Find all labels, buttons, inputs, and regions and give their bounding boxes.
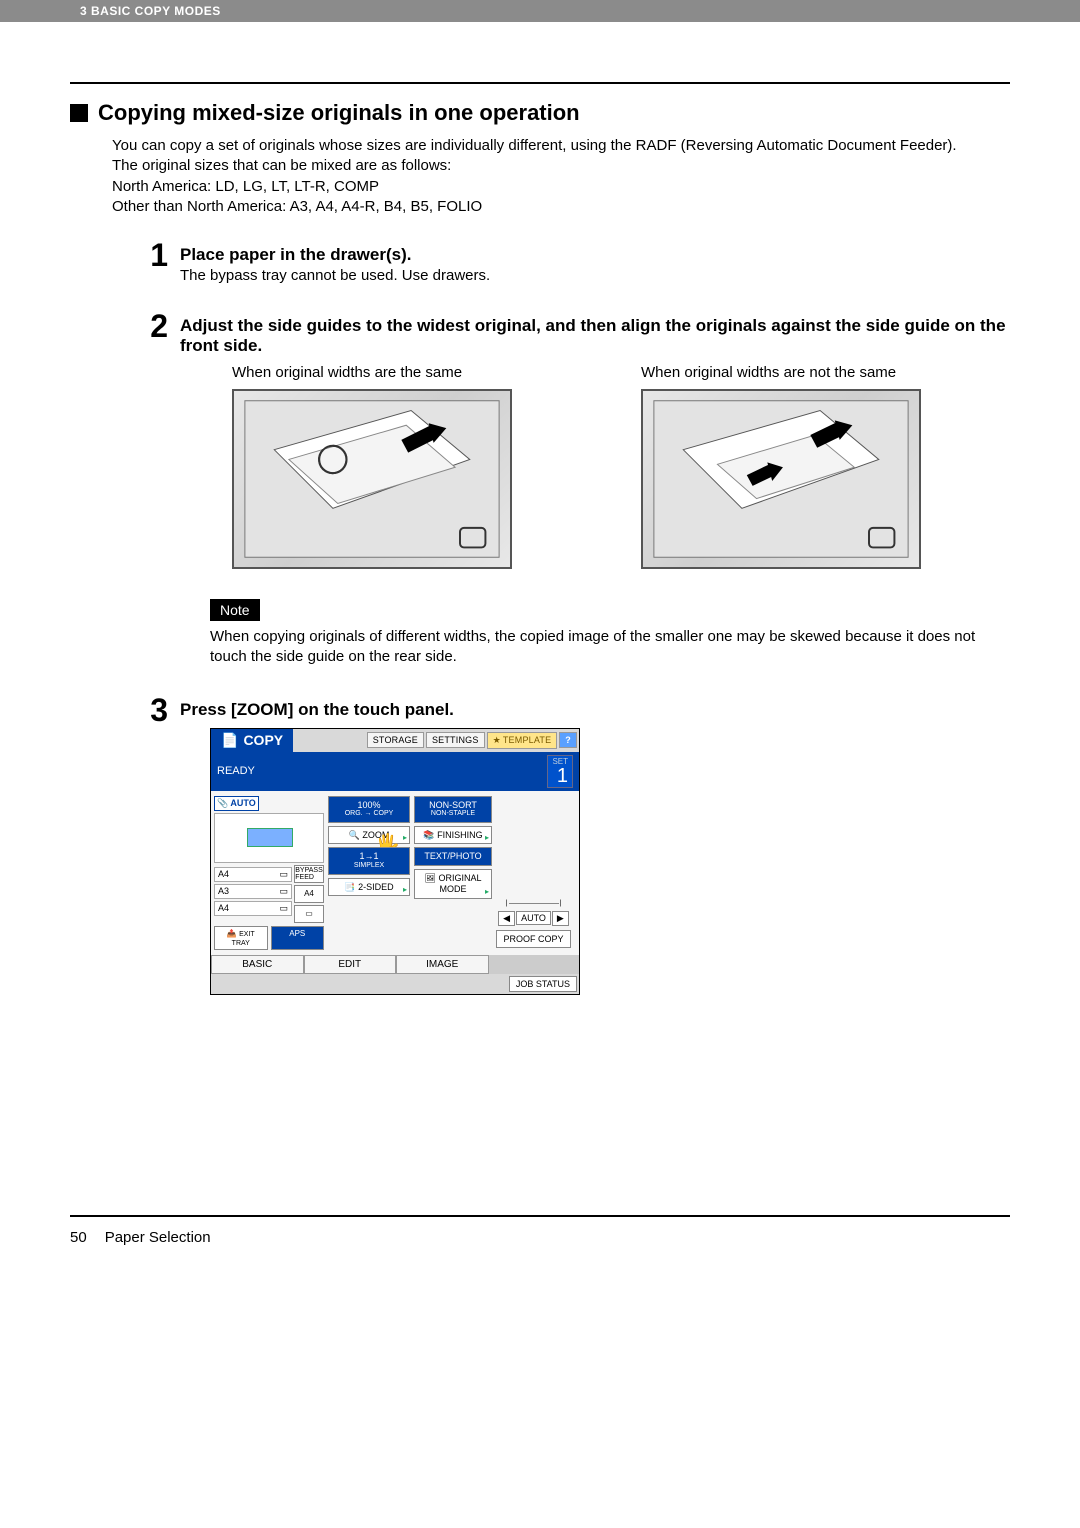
illus-caption-same-width: When original widths are the same bbox=[232, 364, 601, 381]
density-left-button[interactable]: ◀ bbox=[498, 911, 515, 926]
note-tag: Note bbox=[210, 599, 260, 621]
tab-template[interactable]: ★ TEMPLATE bbox=[487, 732, 558, 749]
step-2: 2 Adjust the side guides to the widest o… bbox=[128, 310, 1010, 668]
footer-section-title: Paper Selection bbox=[105, 1229, 211, 1246]
ratio-button[interactable]: 100% ORG. → COPY bbox=[328, 796, 410, 823]
tab-template-label: TEMPLATE bbox=[503, 735, 551, 745]
chapter-header-text: 3 BASIC COPY MODES bbox=[80, 4, 221, 18]
two-sided-button[interactable]: 📑 2-SIDED▸ bbox=[328, 878, 410, 897]
top-rule bbox=[70, 82, 1010, 84]
tray-size: A4 bbox=[218, 903, 229, 913]
tray-icon: ▭ bbox=[279, 886, 288, 897]
illus-caption-diff-width: When original widths are not the same bbox=[641, 364, 1010, 381]
step-number: 2 bbox=[128, 310, 168, 342]
tray-icon: ▭ bbox=[279, 903, 288, 914]
panel-right-column: NON-SORT NON-STAPLE 📚 FINISHING▸ TEXT/PH… bbox=[414, 796, 492, 950]
star-icon: ★ bbox=[493, 735, 501, 746]
chapter-header: 3 BASIC COPY MODES bbox=[0, 0, 1080, 22]
page-footer: 50 Paper Selection bbox=[70, 1229, 1010, 1266]
tray-row[interactable]: A4 ▭ bbox=[214, 901, 292, 916]
density-slider[interactable]: || bbox=[496, 900, 571, 907]
step-desc: The bypass tray cannot be used. Use draw… bbox=[180, 267, 1010, 284]
proof-copy-button[interactable]: PROOF COPY bbox=[496, 930, 571, 948]
set-value: 1 bbox=[557, 766, 568, 786]
exit-tray-button[interactable]: 📤 EXIT TRAY bbox=[214, 926, 268, 950]
tray-size: A4 bbox=[218, 869, 229, 879]
tray-row[interactable]: A4 ▭ bbox=[214, 867, 292, 882]
panel-mid-column: 100% ORG. → COPY 🔍 ZOOM ▸ 🖐 1→1 SIMPLEX bbox=[328, 796, 410, 950]
tab-storage[interactable]: STORAGE bbox=[367, 732, 424, 748]
step-title: Adjust the side guides to the widest ori… bbox=[180, 316, 1010, 356]
illustration-same-width bbox=[232, 389, 512, 569]
nonsort-button[interactable]: NON-SORT NON-STAPLE bbox=[414, 796, 492, 823]
intro-line: The original sizes that can be mixed are… bbox=[112, 156, 1010, 176]
stack-tray-button[interactable]: A4 bbox=[294, 885, 324, 903]
textphoto-button[interactable]: TEXT/PHOTO bbox=[414, 847, 492, 866]
original-mode-button[interactable]: 🖼 ORIGINAL MODE▸ bbox=[414, 869, 492, 899]
step-title: Place paper in the drawer(s). bbox=[180, 245, 1010, 265]
step-number: 1 bbox=[128, 239, 168, 271]
zoom-button[interactable]: 🔍 ZOOM ▸ 🖐 bbox=[328, 826, 410, 845]
panel-copy-label: COPY bbox=[243, 732, 283, 748]
step-number: 3 bbox=[128, 694, 168, 726]
panel-copy-title: 📄 COPY bbox=[211, 729, 293, 752]
step-title: Press [ZOOM] on the touch panel. bbox=[180, 700, 1010, 720]
bottom-tab-edit[interactable]: EDIT bbox=[304, 955, 397, 974]
stack-tray-button[interactable]: ▭ bbox=[294, 905, 324, 923]
tab-help[interactable]: ? bbox=[559, 732, 577, 748]
bottom-tab-basic[interactable]: BASIC bbox=[211, 955, 304, 974]
simplex-button[interactable]: 1→1 SIMPLEX bbox=[328, 847, 410, 874]
note-text: When copying originals of different widt… bbox=[210, 627, 1010, 668]
section-title-text: Copying mixed-size originals in one oper… bbox=[98, 100, 580, 126]
touch-panel-screenshot: 📄 COPY STORAGE SETTINGS ★ TEMPLATE ? bbox=[210, 728, 580, 995]
aps-button[interactable]: APS bbox=[271, 926, 325, 950]
auto-badge: 📎 AUTO bbox=[214, 796, 259, 811]
intro-line: You can copy a set of originals whose si… bbox=[112, 136, 1010, 156]
finishing-button[interactable]: 📚 FINISHING▸ bbox=[414, 826, 492, 845]
copy-icon: 📄 bbox=[221, 732, 238, 749]
tray-icon: ▭ bbox=[279, 869, 288, 880]
step-1: 1 Place paper in the drawer(s). The bypa… bbox=[128, 239, 1010, 284]
job-status-button[interactable]: JOB STATUS bbox=[509, 976, 577, 992]
panel-set-counter: SET 1 bbox=[547, 755, 573, 788]
panel-tray-list: 📎 AUTO A4 ▭ A3 bbox=[214, 796, 324, 950]
panel-ready-label: READY bbox=[217, 765, 255, 777]
section-title: Copying mixed-size originals in one oper… bbox=[70, 100, 1010, 126]
tab-settings[interactable]: SETTINGS bbox=[426, 732, 485, 748]
step-3: 3 Press [ZOOM] on the touch panel. 📄 COP… bbox=[128, 694, 1010, 995]
panel-preview bbox=[214, 813, 324, 863]
bottom-tab-image[interactable]: IMAGE bbox=[396, 955, 489, 974]
bypass-feed-button[interactable]: BYPASS FEED bbox=[294, 865, 324, 883]
page-number: 50 bbox=[70, 1229, 87, 1246]
density-right-button[interactable]: ▶ bbox=[552, 911, 569, 926]
tray-row[interactable]: A3 ▭ bbox=[214, 884, 292, 899]
density-auto-button[interactable]: AUTO bbox=[516, 911, 551, 925]
intro-paragraph: You can copy a set of originals whose si… bbox=[112, 136, 1010, 217]
intro-line: Other than North America: A3, A4, A4-R, … bbox=[112, 197, 1010, 217]
illustration-diff-width bbox=[641, 389, 921, 569]
intro-line: North America: LD, LG, LT, LT-R, COMP bbox=[112, 177, 1010, 197]
footer-rule bbox=[70, 1215, 1010, 1217]
tray-size: A3 bbox=[218, 886, 229, 896]
panel-far-column: || ◀ AUTO ▶ PROOF COPY bbox=[496, 796, 571, 950]
